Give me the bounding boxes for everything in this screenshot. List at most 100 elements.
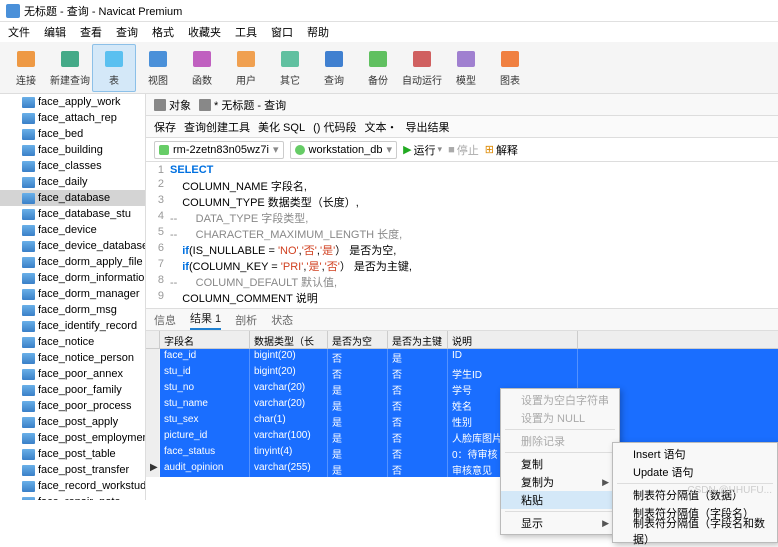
cell[interactable]: 否 xyxy=(388,365,448,381)
table-item[interactable]: face_daily xyxy=(0,174,145,190)
result-tab[interactable]: 状态 xyxy=(271,310,293,330)
cell[interactable]: bigint(20) xyxy=(250,349,328,365)
table-item[interactable]: face_post_employmen xyxy=(0,430,145,446)
cell[interactable]: 是 xyxy=(388,349,448,365)
toolbar-view[interactable]: 视图 xyxy=(136,44,180,92)
subtb-item[interactable]: 导出结果 xyxy=(405,119,449,135)
cell[interactable]: audit_opinion xyxy=(160,461,250,477)
table-item[interactable]: face_database xyxy=(0,190,145,206)
table-item[interactable]: face_poor_annex xyxy=(0,366,145,382)
toolbar-auto[interactable]: 自动运行 xyxy=(400,44,444,92)
cell[interactable]: 否 xyxy=(388,397,448,413)
menu-item[interactable]: 制表符分隔值（字段名和数据） xyxy=(613,522,777,540)
cell[interactable]: tinyint(4) xyxy=(250,445,328,461)
col-header[interactable]: 说明 xyxy=(448,331,578,348)
table-item[interactable]: face_post_apply xyxy=(0,414,145,430)
cell[interactable]: face_id xyxy=(160,349,250,365)
toolbar-backup[interactable]: 备份 xyxy=(356,44,400,92)
grid-row[interactable]: stu_novarchar(20)是否学号 xyxy=(146,381,778,397)
table-item[interactable]: face_poor_process xyxy=(0,398,145,414)
cell[interactable]: face_status xyxy=(160,445,250,461)
menu-item[interactable]: 粘贴 xyxy=(501,491,619,509)
stop-button[interactable]: ■停止 xyxy=(448,142,479,158)
context-menu[interactable]: 设置为空白字符串设置为 NULL删除记录复制复制为▶粘贴显示▶ xyxy=(500,388,620,535)
cell[interactable]: 学生ID xyxy=(448,365,578,381)
tab[interactable]: 对象 xyxy=(154,97,191,113)
sql-editor[interactable]: 1SELECT2 COLUMN_NAME 字段名,3 COLUMN_TYPE 数… xyxy=(146,162,778,309)
cell[interactable]: varchar(20) xyxy=(250,381,328,397)
toolbar-cube[interactable]: 其它 xyxy=(268,44,312,92)
subtb-item[interactable]: 保存 xyxy=(154,119,176,135)
col-header[interactable]: 是否为主键 xyxy=(388,331,448,348)
table-item[interactable]: face_dorm_manager xyxy=(0,286,145,302)
cell[interactable]: 是 xyxy=(328,413,388,429)
menu-查询[interactable]: 查询 xyxy=(116,24,138,40)
table-item[interactable]: face_post_table xyxy=(0,446,145,462)
menu-item[interactable]: 设置为空白字符串 xyxy=(501,391,619,409)
table-item[interactable]: face_dorm_apply_file xyxy=(0,254,145,270)
cell[interactable]: picture_id xyxy=(160,429,250,445)
cell[interactable]: 否 xyxy=(388,461,448,477)
table-item[interactable]: face_building xyxy=(0,142,145,158)
cell[interactable]: varchar(255) xyxy=(250,461,328,477)
cell[interactable]: 否 xyxy=(388,429,448,445)
menu-item[interactable]: Update 语句 xyxy=(613,463,777,481)
menu-编辑[interactable]: 编辑 xyxy=(44,24,66,40)
cell[interactable]: 否 xyxy=(388,413,448,429)
subtb-item[interactable]: 美化 SQL xyxy=(258,119,305,135)
table-list-sidebar[interactable]: face_apply_workface_attach_repface_bedfa… xyxy=(0,94,146,500)
menu-item[interactable]: 显示▶ xyxy=(501,514,619,532)
table-item[interactable]: face_dorm_msg xyxy=(0,302,145,318)
table-item[interactable]: face_attach_rep xyxy=(0,110,145,126)
server-combo[interactable]: rm-2zetn83n05wz7i▾ xyxy=(154,141,284,159)
menu-帮助[interactable]: 帮助 xyxy=(307,24,329,40)
table-item[interactable]: face_notice xyxy=(0,334,145,350)
cell[interactable]: stu_name xyxy=(160,397,250,413)
table-item[interactable]: face_database_stu xyxy=(0,206,145,222)
cell[interactable]: 否 xyxy=(328,349,388,365)
toolbar-plug[interactable]: 连接 xyxy=(4,44,48,92)
toolbar-fx[interactable]: 函数 xyxy=(180,44,224,92)
menu-窗口[interactable]: 窗口 xyxy=(271,24,293,40)
subtb-item[interactable]: () 代码段 xyxy=(313,119,356,135)
cell[interactable]: stu_sex xyxy=(160,413,250,429)
database-combo[interactable]: workstation_db▾ xyxy=(290,141,398,159)
cell[interactable]: 是 xyxy=(328,429,388,445)
cell[interactable]: 是 xyxy=(328,397,388,413)
col-header[interactable]: 数据类型（长 xyxy=(250,331,328,348)
table-item[interactable]: face_repair_note xyxy=(0,494,145,500)
cell[interactable]: 是 xyxy=(328,461,388,477)
table-item[interactable]: face_post_transfer xyxy=(0,462,145,478)
cell[interactable]: 否 xyxy=(328,365,388,381)
table-item[interactable]: face_classes xyxy=(0,158,145,174)
cell[interactable]: ID xyxy=(448,349,578,365)
table-item[interactable]: face_poor_family xyxy=(0,382,145,398)
cell[interactable]: stu_no xyxy=(160,381,250,397)
menu-item[interactable]: 删除记录 xyxy=(501,432,619,450)
menu-工具[interactable]: 工具 xyxy=(235,24,257,40)
toolbar-user[interactable]: 用户 xyxy=(224,44,268,92)
toolbar-sql[interactable]: 新建查询 xyxy=(48,44,92,92)
grid-row[interactable]: stu_namevarchar(20)是否姓名 xyxy=(146,397,778,413)
explain-button[interactable]: ⊞解释 xyxy=(485,142,518,158)
cell[interactable]: 否 xyxy=(388,381,448,397)
run-button[interactable]: ▶运行▾ xyxy=(403,142,442,158)
cell[interactable]: varchar(100) xyxy=(250,429,328,445)
menu-item[interactable]: 复制 xyxy=(501,455,619,473)
cell[interactable]: varchar(20) xyxy=(250,397,328,413)
cell[interactable]: 是 xyxy=(328,445,388,461)
table-item[interactable]: face_apply_work xyxy=(0,94,145,110)
table-item[interactable]: face_device xyxy=(0,222,145,238)
cell[interactable]: 是 xyxy=(328,381,388,397)
subtb-item[interactable]: 查询创建工具 xyxy=(184,119,250,135)
cell[interactable]: 否 xyxy=(388,445,448,461)
col-header[interactable]: 字段名 xyxy=(160,331,250,348)
tab[interactable]: * 无标题 - 查询 xyxy=(199,97,286,113)
cell[interactable]: stu_id xyxy=(160,365,250,381)
menu-item[interactable]: Insert 语句 xyxy=(613,445,777,463)
toolbar-table[interactable]: 表 xyxy=(92,44,136,92)
subtb-item[interactable]: 文本・ xyxy=(364,119,397,135)
table-item[interactable]: face_bed xyxy=(0,126,145,142)
result-tab[interactable]: 信息 xyxy=(154,310,176,330)
table-item[interactable]: face_notice_person xyxy=(0,350,145,366)
